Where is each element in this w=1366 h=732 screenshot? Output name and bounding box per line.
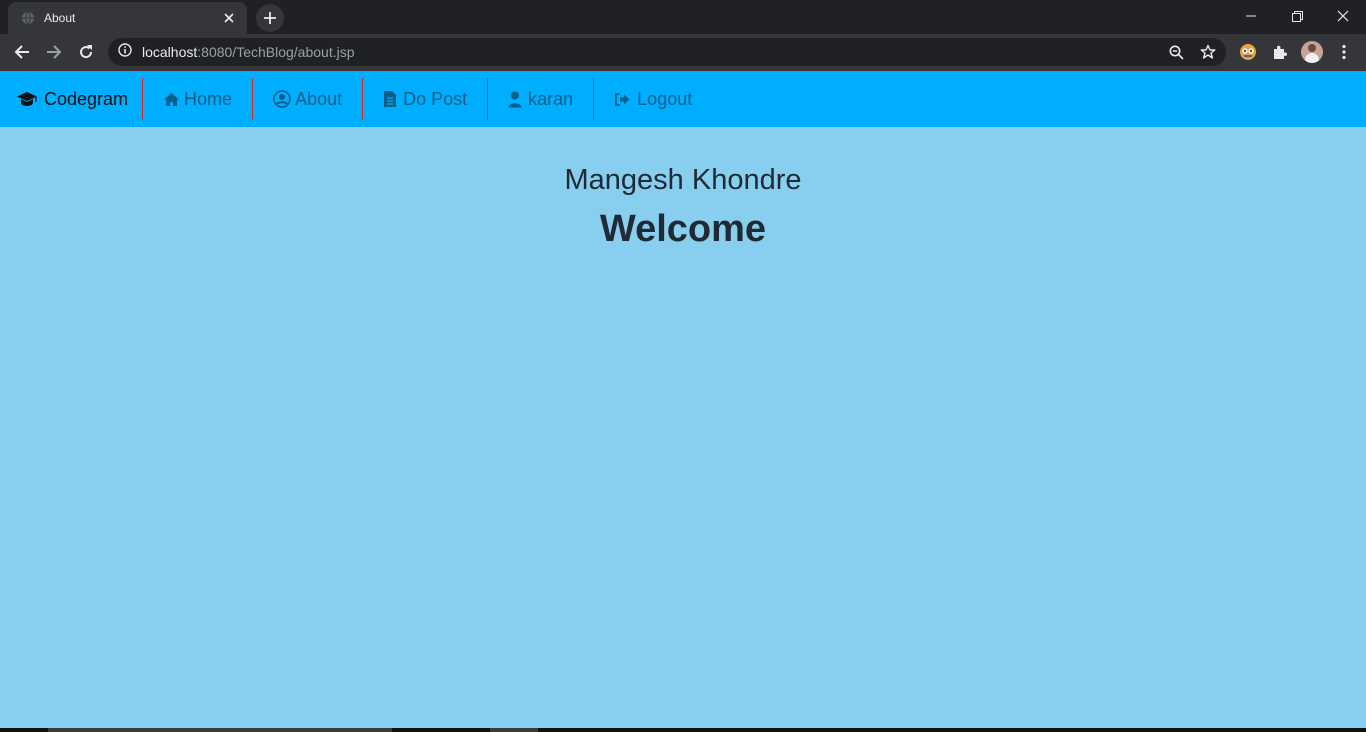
browser-toolbar: localhost:8080/TechBlog/about.jsp (0, 34, 1366, 71)
zoom-icon[interactable] (1162, 38, 1190, 66)
url-text: localhost:8080/TechBlog/about.jsp (142, 44, 355, 60)
restore-button[interactable] (1274, 0, 1320, 32)
sign-out-icon (615, 92, 630, 106)
back-button[interactable] (8, 38, 36, 66)
nav-logout[interactable]: Logout (594, 78, 712, 120)
brand-name: Codegram (44, 88, 129, 109)
menu-icon[interactable] (1331, 39, 1357, 65)
url-host: localhost (142, 44, 198, 60)
nav-about-label: About (295, 88, 343, 109)
brand-link[interactable]: Codegram (0, 78, 144, 120)
user-icon (508, 91, 522, 107)
browser-tabstrip: About (0, 0, 1366, 34)
browser-tab[interactable]: About (8, 2, 247, 34)
nav-do-post-label: Do Post (403, 88, 468, 109)
star-icon[interactable] (1194, 38, 1222, 66)
profile-avatar[interactable] (1299, 39, 1325, 65)
info-icon[interactable] (118, 42, 132, 62)
app-navbar: Codegram Home About Do Post karan Logout (0, 71, 1366, 127)
avatar (1301, 41, 1323, 63)
address-bar[interactable]: localhost:8080/TechBlog/about.jsp (108, 38, 1226, 66)
nav-user-label: karan (528, 88, 574, 109)
reload-button[interactable] (72, 38, 100, 66)
author-name: Mangesh Khondre (564, 164, 802, 196)
nav-home-label: Home (184, 88, 233, 109)
new-tab-button[interactable] (256, 4, 284, 32)
nav-about[interactable]: About (253, 78, 364, 120)
nav-home[interactable]: Home (143, 78, 254, 120)
user-circle-icon (273, 90, 291, 108)
nav-logout-label: Logout (637, 88, 693, 109)
forward-button[interactable] (40, 38, 68, 66)
taskbar-edge (0, 728, 1366, 732)
tab-title: About (44, 11, 76, 25)
puzzle-icon[interactable] (1267, 39, 1293, 65)
minimize-button[interactable] (1228, 0, 1274, 32)
main-content: Mangesh Khondre Welcome (0, 127, 1366, 251)
close-tab-icon[interactable] (221, 10, 237, 26)
file-icon (384, 91, 397, 107)
nav-user[interactable]: karan (488, 78, 595, 120)
home-icon (164, 92, 180, 106)
welcome-heading: Welcome (599, 208, 767, 250)
close-window-button[interactable] (1320, 0, 1366, 32)
extension-icon[interactable] (1235, 39, 1261, 65)
url-path: :8080/TechBlog/about.jsp (197, 44, 355, 60)
nav-do-post[interactable]: Do Post (363, 78, 489, 120)
globe-icon (20, 10, 36, 26)
graduation-cap-icon (17, 92, 37, 106)
